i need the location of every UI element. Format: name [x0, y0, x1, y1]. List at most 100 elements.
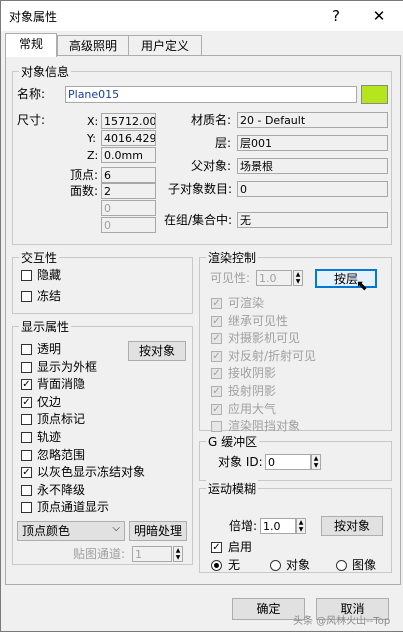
dimensions-label: 尺寸:: [17, 113, 46, 127]
render-checkbox-label-4: 接收阴影: [228, 366, 277, 381]
tab-advanced-lighting[interactable]: 高级照明: [57, 35, 129, 56]
blank-field-2: 0: [101, 217, 156, 233]
general-panel: 对象信息 名称: Plane015 尺寸: X: 15712.002 Y: 40…: [5, 55, 401, 585]
radio-image[interactable]: [336, 560, 347, 571]
close-button[interactable]: ✕: [364, 4, 394, 28]
enable-label: 启用: [228, 540, 253, 554]
hide-checkbox[interactable]: [21, 270, 32, 281]
material-label: 材质名:: [191, 113, 232, 127]
gbuffer-title: G 缓冲区: [206, 433, 260, 450]
display-checkbox-5[interactable]: [21, 432, 32, 443]
render-checkbox-label-3: 对反射/折射可见: [228, 348, 317, 363]
render-checkbox-6[interactable]: ✓: [211, 403, 222, 415]
radio-object[interactable]: [270, 560, 281, 571]
object-info-group: 对象信息 名称: Plane015 尺寸: X: 15712.002 Y: 40…: [12, 63, 392, 245]
x-label: X:: [87, 115, 99, 128]
visibility-spinner[interactable]: ▲ ▼: [293, 270, 303, 286]
display-checkbox-9[interactable]: [21, 502, 32, 514]
help-button[interactable]: ?: [321, 4, 351, 28]
display-checkbox-label-8: 永不降级: [37, 482, 86, 497]
name-input[interactable]: Plane015: [65, 86, 357, 103]
freeze-checkbox[interactable]: [21, 291, 32, 302]
chevron-down-icon: ⌵: [112, 523, 120, 534]
z-label: Z:: [87, 149, 99, 162]
display-checkbox-7[interactable]: ✓: [21, 467, 32, 479]
layer-label: 层:: [215, 136, 232, 150]
display-checkbox-4[interactable]: [21, 414, 32, 426]
display-checkbox-0[interactable]: [21, 344, 32, 355]
display-checkbox-3[interactable]: ✓: [21, 396, 32, 408]
parent-label: 父对象:: [191, 159, 232, 173]
render-checkbox-4[interactable]: ✓: [211, 368, 222, 380]
motion-blur-by-object-button[interactable]: 按对象: [321, 516, 383, 536]
display-checkbox-label-0: 透明: [37, 342, 62, 356]
vertex-color-select[interactable]: 顶点颜色 ⌵: [17, 521, 125, 541]
radio-image-label: 图像: [352, 558, 377, 572]
object-id-spinner[interactable]: ▲ ▼: [311, 454, 321, 470]
display-checkbox-6[interactable]: [21, 449, 32, 461]
display-checkbox-2[interactable]: ✓: [21, 379, 32, 391]
render-checkbox-label-0: 可渲染: [228, 296, 265, 310]
enable-checkbox[interactable]: ✓: [211, 542, 222, 553]
render-checkbox-1[interactable]: ✓: [211, 315, 222, 327]
tab-user-defined[interactable]: 用户定义: [128, 35, 202, 56]
radio-none[interactable]: [211, 560, 222, 571]
object-id-field[interactable]: 0: [265, 454, 311, 470]
y-size-field: 4016.429m: [101, 130, 156, 146]
motion-blur-group: 运动模糊 倍增: 1.0 ▲ ▼ 按对象 ✓ 启用 无 对象 图像: [199, 480, 392, 573]
faces-label: 面数:: [70, 184, 99, 198]
display-by-object-button[interactable]: 按对象: [128, 341, 186, 361]
multiplier-field[interactable]: 1.0: [260, 518, 296, 534]
z-size-field: 0.0mm: [101, 147, 156, 163]
render-checkbox-7[interactable]: [211, 421, 222, 433]
render-checkbox-label-5: 投射阴影: [228, 384, 277, 398]
tab-general[interactable]: 常规: [5, 33, 57, 57]
display-checkbox-1[interactable]: [21, 361, 32, 373]
radio-none-label: 无: [228, 558, 241, 572]
object-id-label: 对象 ID:: [218, 455, 263, 469]
render-checkbox-5[interactable]: ✓: [211, 386, 222, 397]
x-size-field: 15712.002: [101, 113, 156, 129]
render-checkbox-0[interactable]: ✓: [211, 298, 222, 309]
map-channel-spinner[interactable]: ▲ ▼: [173, 546, 183, 562]
window-title: 对象属性: [9, 10, 58, 24]
display-checkbox-label-7: 以灰色显示冻结对象: [37, 465, 146, 480]
object-properties-dialog: 对象属性 ? ✕ 常规 高级照明 用户定义 对象信息 名称: Plane015 …: [0, 0, 403, 632]
multiplier-spinner[interactable]: ▲ ▼: [296, 518, 306, 534]
layer-field: 层001: [237, 135, 388, 151]
y-label: Y:: [87, 132, 96, 145]
render-checkbox-label-1: 继承可见性: [228, 313, 289, 328]
render-checkbox-2[interactable]: ✓: [211, 333, 222, 345]
freeze-label: 冻结: [37, 289, 62, 303]
render-checkbox-label-7: 渲染阻挡对象: [228, 419, 301, 434]
display-checkbox-label-1: 显示为外框: [37, 359, 98, 374]
vertices-field: 6: [101, 167, 156, 183]
visibility-field[interactable]: 1.0: [256, 270, 292, 286]
children-count-field: 0: [237, 181, 388, 197]
watermark-text: 头条 @风林火山--Top: [293, 616, 391, 627]
shaded-button[interactable]: 明暗处理: [129, 521, 187, 541]
render-checkbox-label-6: 应用大气: [228, 401, 277, 416]
display-checkbox-label-6: 忽略范围: [37, 447, 86, 462]
display-checkbox-label-2: 背面消隐: [37, 377, 86, 392]
faces-field: 2: [101, 183, 156, 199]
display-properties-group: 显示属性 按对象 透明 显示为外框 ✓ 背面消隐 ✓ 仅边 顶点标记 轨迹 忽略范围 ✓ 以灰色显示…: [12, 318, 193, 565]
display-properties-title: 显示属性: [19, 318, 72, 335]
radio-object-label: 对象: [286, 558, 311, 572]
display-checkbox-8[interactable]: [21, 484, 32, 496]
children-count-label: 子对象数目:: [168, 182, 233, 196]
in-group-label: 在组/集合中:: [164, 213, 233, 227]
map-channel-field[interactable]: 1: [132, 546, 172, 562]
render-checkbox-3[interactable]: ✓: [211, 350, 222, 362]
display-checkbox-label-9: 顶点通道显示: [37, 500, 110, 515]
parent-field: 场景根: [237, 158, 388, 174]
object-info-title: 对象信息: [19, 63, 72, 80]
interactivity-group: 交互性 隐藏 冻结: [12, 249, 193, 314]
name-label: 名称:: [17, 87, 46, 101]
render-checkbox-label-2: 对摄影机可见: [228, 331, 301, 346]
visibility-label: 可见性:: [210, 271, 251, 285]
title-bar: 对象属性 ? ✕: [1, 1, 403, 31]
object-color-swatch[interactable]: [361, 85, 388, 104]
vertex-color-select-value: 顶点颜色: [22, 524, 71, 538]
motion-blur-title: 运动模糊: [206, 480, 259, 497]
